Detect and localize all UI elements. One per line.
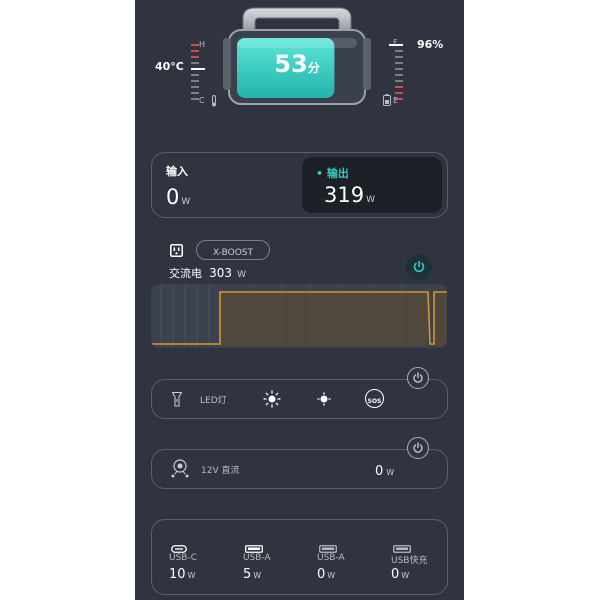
sos-label: SOS (367, 398, 382, 405)
io-panel: 输入 0W • 输出 319 W (151, 152, 448, 218)
usb-port-name: USB-A (243, 553, 271, 563)
led-bright-button[interactable] (263, 390, 281, 412)
x-boost-button[interactable]: X-BOOST (196, 240, 270, 260)
gauge-full-letter: F (393, 38, 398, 47)
power-icon (413, 260, 425, 273)
power-icon (413, 372, 423, 383)
car-socket-icon (170, 458, 190, 484)
input-section: 输入 0W (166, 163, 190, 209)
ac-power-toggle[interactable] (406, 254, 432, 280)
led-sos-button[interactable]: SOS (365, 389, 384, 408)
dc-unit: W (386, 468, 395, 477)
small-battery-icon (383, 91, 391, 110)
dc-power-toggle[interactable] (407, 437, 429, 459)
ac-value: 303 (209, 266, 232, 280)
sun-dim-icon (317, 392, 331, 406)
power-station-app: H C 40°C 53分 F E 96% 输入 0 W • 输出 319 W X… (135, 0, 464, 600)
flashlight-icon (171, 392, 183, 411)
ac-outlet-icon (170, 242, 183, 261)
dc-value: 0 (375, 464, 384, 479)
usb-port-name: USB-A (317, 553, 345, 563)
input-unit: W (181, 197, 191, 207)
battery-header: H C 40°C 53分 F E 96% (135, 0, 464, 120)
usb-port-value: 0W (391, 567, 410, 582)
output-label: • 输出 (316, 167, 349, 180)
ac-readout: 交流电 303 W (169, 262, 246, 281)
battery-percent-unit: 分 (307, 61, 320, 75)
thermometer-icon (210, 92, 218, 111)
usb-port-value: 5W (243, 567, 262, 582)
charge-readout: 96% (417, 38, 444, 51)
dc-label: 12V 直流 (201, 466, 240, 476)
led-dim-button[interactable] (315, 390, 333, 412)
sun-bright-icon (263, 390, 281, 408)
input-value: 0 (166, 185, 180, 209)
charge-gauge (389, 40, 409, 104)
led-power-toggle[interactable] (407, 367, 429, 389)
led-label: LED灯 (200, 396, 227, 406)
usb-port-name: USB快充 (391, 556, 428, 566)
usb-port-name: USB-C (169, 553, 198, 563)
usb-port-value: 0W (317, 567, 336, 582)
x-boost-label: X-BOOST (212, 248, 254, 258)
usb-port-value: 10 W (169, 567, 196, 582)
temperature-gauge (191, 40, 211, 104)
led-panel: LED灯 SOS (151, 379, 448, 419)
ac-label: 交流电 (169, 267, 202, 280)
ac-power-graph (151, 284, 447, 348)
temperature-readout: 40°C (155, 60, 184, 73)
dc-panel: 12V 直流 0W (151, 449, 448, 489)
battery-percent: 53分 (223, 50, 371, 78)
gauge-empty-letter: E (393, 96, 399, 105)
battery-percent-value: 53 (274, 50, 308, 78)
output-value: 319 (324, 183, 365, 207)
output-unit: W (366, 195, 375, 205)
gauge-cold-letter: C (199, 96, 205, 105)
output-section[interactable]: • 输出 319 W (302, 157, 442, 213)
usb-panel: USB-C 10 W USB-A 5W USB-A 0W USB快充 0W (151, 519, 448, 595)
power-icon (413, 442, 423, 453)
gauge-hot-letter: H (199, 40, 206, 49)
dc-readout: 0W (375, 460, 394, 479)
input-label: 输入 (166, 165, 188, 178)
ac-unit: W (237, 270, 246, 280)
